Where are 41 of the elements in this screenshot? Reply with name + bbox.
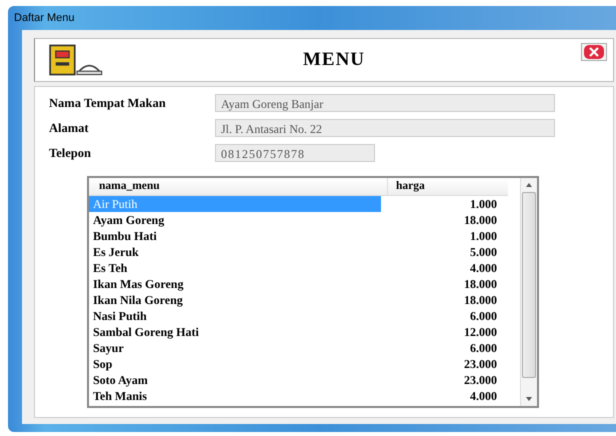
scroll-up-icon[interactable] <box>524 181 534 189</box>
register-and-dish-icon <box>49 43 105 77</box>
table-cell[interactable]: Bumbu Hati <box>89 228 381 244</box>
scroll-down-icon[interactable] <box>524 395 534 403</box>
table-cell[interactable]: 4.000 <box>381 260 497 276</box>
table-cell[interactable]: Sambal Goreng Hati <box>89 324 381 340</box>
field-label: Telepon <box>49 146 92 160</box>
table-cell[interactable]: 18.000 <box>381 276 497 292</box>
table-cell[interactable]: 23.000 <box>381 372 497 388</box>
table-cell[interactable]: Sop <box>89 356 381 372</box>
table-cell[interactable]: Teh Manis <box>89 388 381 404</box>
table-cell[interactable]: Ikan Nila Goreng <box>89 292 381 308</box>
table-cell[interactable]: 12.000 <box>381 324 497 340</box>
text-field[interactable]: 081250757878 <box>215 144 375 162</box>
table-cell[interactable]: Es Jeruk <box>89 244 381 260</box>
scrollbar[interactable] <box>520 178 537 406</box>
table-cell[interactable]: 18.000 <box>381 292 497 308</box>
table-cell[interactable]: 6.000 <box>381 308 497 324</box>
table-cell[interactable]: 1.000 <box>381 228 497 244</box>
table-cell[interactable]: Nasi Putih <box>89 308 381 324</box>
table-cell[interactable]: Es Teh <box>89 260 381 276</box>
table-cell[interactable]: Ayam Goreng <box>89 212 381 228</box>
table-cell[interactable]: Sayur <box>89 340 381 356</box>
window-title: Daftar Menu <box>14 12 75 24</box>
text-field[interactable]: Ayam Goreng Banjar <box>215 94 555 112</box>
table-cell[interactable]: 1.000 <box>381 196 497 212</box>
column-header[interactable]: harga <box>388 178 508 195</box>
scrollbar-thumb[interactable] <box>522 192 536 378</box>
field-label: Alamat <box>49 120 90 136</box>
table-cell[interactable]: Ikan Mas Goreng <box>89 276 381 292</box>
table-cell[interactable]: 23.000 <box>381 356 497 372</box>
table-cell[interactable]: 4.000 <box>381 388 497 404</box>
table-cell[interactable]: 18.000 <box>381 212 497 228</box>
table-cell[interactable]: 5.000 <box>381 244 497 260</box>
table-cell[interactable]: 6.000 <box>381 340 497 356</box>
text-field[interactable]: Jl. P. Antasari No. 22 <box>215 119 555 137</box>
header-title: MENU <box>302 49 366 71</box>
column-header[interactable]: nama_menu <box>89 178 388 195</box>
close-button[interactable] <box>581 43 607 61</box>
table-cell[interactable]: Soto Ayam <box>89 372 381 388</box>
field-label: Nama Tempat Makan <box>49 96 167 110</box>
